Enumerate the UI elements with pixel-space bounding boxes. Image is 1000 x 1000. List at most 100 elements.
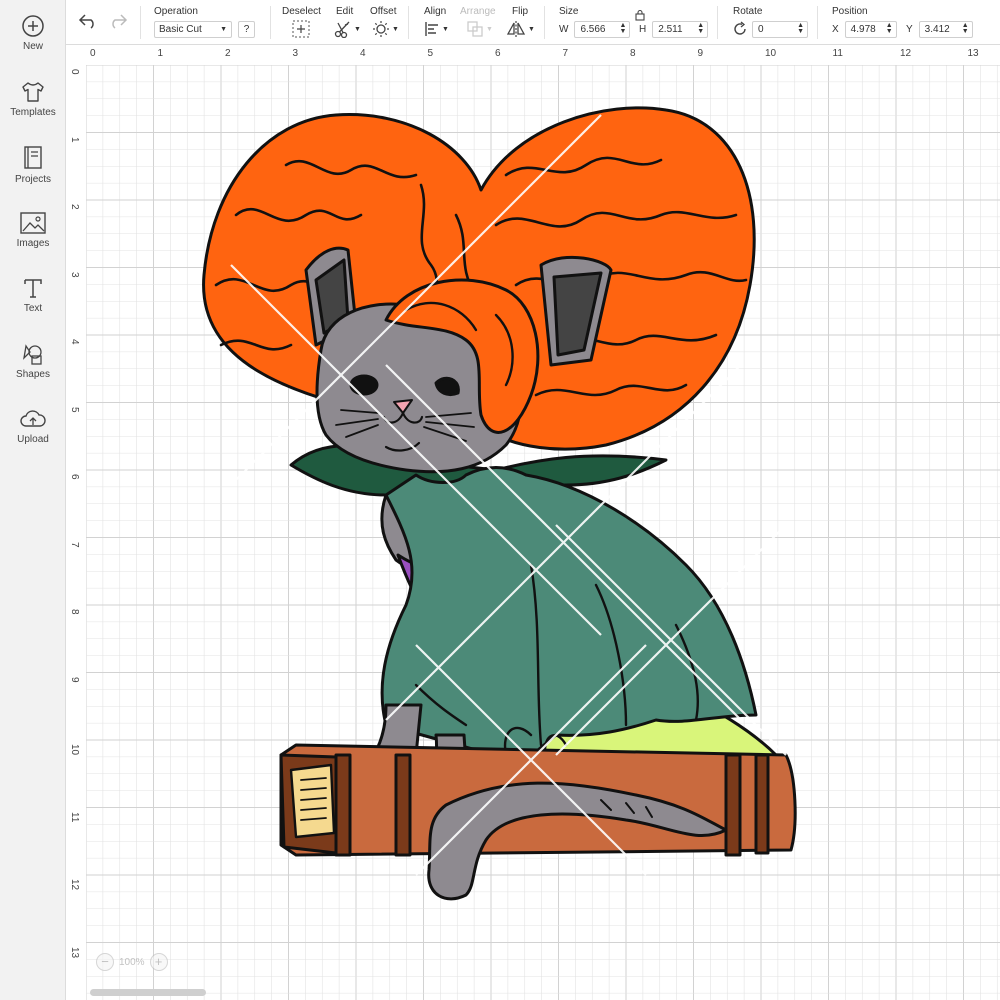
vertical-ruler: 0 1 2 3 4 5 6 7 8 9 10 11 12 13: [66, 65, 86, 1000]
ruler-tick-label: 2: [69, 204, 80, 210]
redo-icon[interactable]: [108, 12, 128, 30]
ruler-tick-label: 7: [562, 48, 569, 59]
left-sidebar: New Templates Projects Images Text Shape…: [0, 0, 66, 1000]
horizontal-scrollbar[interactable]: [90, 989, 206, 996]
book-icon: [24, 146, 42, 169]
ruler-tick-label: 3: [292, 48, 299, 59]
chevron-down-icon: ▼: [220, 25, 227, 33]
ruler-tick-label: 13: [967, 48, 979, 59]
size-label: Size: [559, 6, 579, 17]
templates-label: Templates: [10, 107, 56, 118]
deselect-icon[interactable]: [292, 20, 310, 38]
cat-eye-left: [349, 374, 379, 396]
operation-help-button[interactable]: ?: [238, 20, 255, 38]
plus-circle-icon: [22, 15, 44, 37]
image-icon: [20, 212, 46, 234]
text-icon: [24, 279, 42, 298]
templates-button[interactable]: Templates: [0, 80, 66, 142]
flip-label: Flip: [512, 6, 529, 17]
projects-label: Projects: [14, 174, 52, 185]
cat-witch-design[interactable]: [86, 65, 1000, 1000]
help-label: ?: [243, 23, 250, 35]
width-input[interactable]: 6.566 ▲ ▼: [574, 20, 631, 38]
ruler-tick-label: 1: [157, 48, 164, 59]
zoom-in-button[interactable]: +: [149, 953, 168, 971]
operation-value: Basic Cut: [159, 23, 202, 35]
book-page: [289, 763, 336, 839]
position-label: Position: [832, 6, 868, 17]
ruler-tick-label: 11: [69, 811, 80, 822]
design-canvas[interactable]: [86, 65, 1000, 1000]
flip-dropdown[interactable]: ▼: [506, 20, 535, 38]
rotate-control: 0 ▲ ▼: [732, 20, 808, 38]
new-button[interactable]: New: [0, 14, 66, 76]
arrange-dropdown[interactable]: ▼: [466, 20, 493, 38]
text-button[interactable]: Text: [0, 276, 66, 338]
ruler-tick-label: 1: [69, 136, 80, 143]
ruler-tick-label: 7: [69, 541, 80, 548]
toolbar-separator: [408, 6, 409, 39]
y-letter: Y: [906, 23, 913, 35]
images-button[interactable]: Images: [0, 211, 66, 273]
undo-icon[interactable]: [78, 12, 98, 30]
ruler-tick-label: 0: [69, 69, 80, 75]
rotate-input[interactable]: 0 ▲ ▼: [752, 20, 808, 38]
spinner-icon[interactable]: ▲ ▼: [886, 22, 893, 35]
y-input[interactable]: 3.412 ▲ ▼: [918, 20, 973, 38]
chevron-down-icon: ▼: [486, 25, 493, 33]
cloud-upload-icon: [20, 410, 46, 427]
ruler-tick-label: 9: [697, 48, 704, 59]
zoom-control: − 100% +: [96, 948, 216, 976]
x-value: 4.978: [850, 23, 876, 35]
ruler-tick-label: 4: [360, 48, 366, 59]
ruler-tick-label: 11: [832, 48, 843, 59]
height-letter: H: [639, 23, 647, 35]
zoom-out-button[interactable]: −: [96, 953, 114, 971]
width-control: W 6.566 ▲ ▼: [559, 20, 631, 38]
spinner-icon[interactable]: ▲ ▼: [797, 22, 804, 35]
height-input[interactable]: 2.511 ▲ ▼: [652, 20, 709, 38]
spinner-icon[interactable]: ▲ ▼: [697, 22, 704, 35]
edit-dropdown[interactable]: ▼: [334, 20, 361, 38]
top-toolbar: Operation Basic Cut ▼ ? Deselect Edit ▼ …: [66, 0, 1000, 45]
offset-dropdown[interactable]: ▼: [372, 20, 399, 38]
upload-label: Upload: [17, 434, 49, 445]
images-label: Images: [16, 238, 50, 249]
upload-button[interactable]: Upload: [0, 407, 66, 469]
ruler-tick-label: 9: [69, 676, 80, 683]
spinner-icon[interactable]: ▲ ▼: [620, 22, 627, 35]
cat-eye-right: [434, 376, 460, 397]
edit-label: Edit: [336, 6, 354, 17]
align-left-icon: [425, 22, 438, 36]
rotate-icon: [734, 21, 746, 35]
horizontal-ruler: 0 1 2 3 4 5 6 7 8 9 10 11 12 13: [66, 45, 1000, 65]
x-input[interactable]: 4.978 ▲ ▼: [844, 20, 897, 38]
toolbar-separator: [544, 6, 545, 39]
shapes-button[interactable]: Shapes: [0, 342, 66, 404]
operation-label: Operation: [154, 6, 198, 17]
ruler-tick-label: 12: [69, 879, 80, 891]
y-control: Y 3.412 ▲ ▼: [906, 20, 973, 38]
offset-label: Offset: [370, 6, 397, 17]
ruler-tick-label: 2: [225, 48, 231, 59]
align-dropdown[interactable]: ▼: [424, 20, 449, 38]
height-control: H 2.511 ▲ ▼: [639, 20, 709, 38]
cape: [380, 466, 758, 765]
scissors-icon: [334, 21, 350, 38]
ruler-tick-label: 12: [900, 48, 912, 59]
operation-select[interactable]: Basic Cut ▼: [154, 20, 232, 38]
width-value: 6.566: [580, 23, 606, 35]
flip-icon: [506, 21, 526, 37]
toolbar-separator: [817, 6, 818, 39]
width-letter: W: [559, 23, 569, 35]
y-value: 3.412: [924, 23, 950, 35]
ruler-tick-label: 13: [69, 946, 80, 958]
rotate-value: 0: [758, 23, 764, 35]
ruler-tick-label: 8: [69, 609, 80, 615]
offset-icon: [373, 21, 389, 37]
chevron-down-icon: ▼: [354, 25, 361, 33]
new-label: New: [22, 41, 43, 52]
projects-button[interactable]: Projects: [0, 145, 66, 207]
x-letter: X: [832, 23, 839, 35]
spinner-icon[interactable]: ▲ ▼: [962, 22, 969, 35]
